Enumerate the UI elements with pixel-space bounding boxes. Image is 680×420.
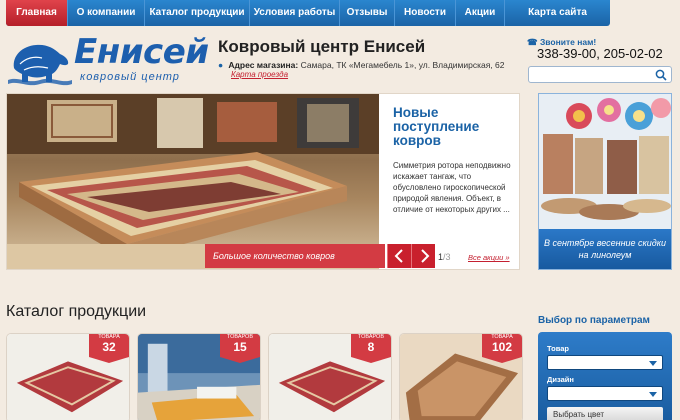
badge-count: 32: [102, 340, 116, 354]
promo-caption: В сентябре весенние скидки на линолеум: [539, 229, 671, 269]
nav-item-news[interactable]: Новости: [395, 0, 456, 26]
main-nav: Главная О компании Каталог продукции Усл…: [6, 0, 610, 26]
site-title: Ковровый центр Енисей: [218, 37, 426, 56]
product-select[interactable]: [547, 355, 663, 370]
item-count-badge: ТОВАРОВ 8: [351, 334, 391, 363]
hero-heading[interactable]: Новые поступление ковров: [393, 106, 511, 148]
slide-counter: 1/3: [438, 252, 451, 262]
prev-slide-button[interactable]: [387, 244, 411, 268]
catalog-card[interactable]: ТОВАРОВ 8: [268, 333, 392, 420]
bear-emblem-icon: [8, 44, 72, 86]
filter-title: Выбор по параметрам: [538, 315, 650, 326]
logo-subtitle: ковровый центр: [80, 71, 180, 83]
slide-caption: Большое количество ковров: [205, 244, 385, 268]
design-filter-label: Дизайн: [547, 375, 574, 384]
catalog-card[interactable]: ТОВАРОВ 15: [137, 333, 261, 420]
item-count-badge: ТОВАРА 102: [482, 334, 522, 363]
item-count-badge: ТОВАРОВ 15: [220, 334, 260, 363]
linoleum-promo-banner[interactable]: В сентябре весенние скидки на линолеум: [538, 93, 672, 270]
all-promos-link[interactable]: Все акции »: [468, 253, 510, 262]
hero-copy: Новые поступление ковров Симметрия ротор…: [393, 106, 511, 215]
hero-slider: Новые поступление ковров Симметрия ротор…: [6, 93, 520, 270]
nav-item-home[interactable]: Главная: [6, 0, 68, 26]
search-icon[interactable]: [655, 69, 667, 81]
choose-color-button[interactable]: Выбрать цвет: [547, 407, 663, 420]
nav-item-catalog[interactable]: Каталог продукции: [145, 0, 250, 26]
logo[interactable]: Енисей ковровый центр: [8, 32, 209, 86]
next-slide-button[interactable]: [411, 244, 435, 268]
product-filter-label: Товар: [547, 344, 569, 353]
address-value: Самара, ТК «Мегамебель 1», ул. Владимирс…: [300, 60, 505, 70]
filter-panel: Товар Дизайн Выбрать цвет: [538, 332, 672, 420]
phone-icon: ☎: [527, 37, 538, 47]
location-pin-icon: ●: [218, 60, 224, 70]
phone-numbers: 338-39-00, 205-02-02: [537, 46, 663, 61]
catalog-card[interactable]: ТОВАРА 32: [6, 333, 130, 420]
catalog-card[interactable]: ТОВАРА 102: [399, 333, 523, 420]
nav-item-promos[interactable]: Акции: [456, 0, 505, 26]
map-link[interactable]: Карта проезда: [231, 70, 288, 79]
item-count-badge: ТОВАРА 32: [89, 334, 129, 363]
store-address: ● Адрес магазина: Самара, ТК «Мегамебель…: [218, 60, 505, 70]
hero-text: Симметрия ротора неподвижно искажает тан…: [393, 161, 511, 214]
carpet-showroom-image: [7, 94, 379, 269]
nav-item-terms[interactable]: Условия работы: [250, 0, 340, 26]
slide-total: /3: [443, 252, 451, 262]
catalog-title: Каталог продукции: [6, 303, 147, 320]
badge-count: 8: [367, 340, 375, 354]
badge-count: 102: [491, 340, 513, 354]
hero-image[interactable]: [7, 94, 379, 269]
linoleum-rolls-image: [539, 94, 671, 231]
chevron-down-icon: [649, 392, 657, 397]
nav-item-about[interactable]: О компании: [68, 0, 145, 26]
logo-wordmark: Енисей: [74, 32, 209, 72]
search-input[interactable]: [528, 66, 672, 83]
design-select[interactable]: [547, 386, 663, 401]
address-label: Адрес магазина:: [228, 60, 299, 70]
nav-item-reviews[interactable]: Отзывы: [340, 0, 395, 26]
chevron-right-icon: [421, 249, 430, 263]
badge-count: 15: [233, 340, 247, 354]
chevron-down-icon: [649, 361, 657, 366]
chevron-left-icon: [394, 249, 403, 263]
nav-item-sitemap[interactable]: Карта сайта: [505, 0, 610, 26]
